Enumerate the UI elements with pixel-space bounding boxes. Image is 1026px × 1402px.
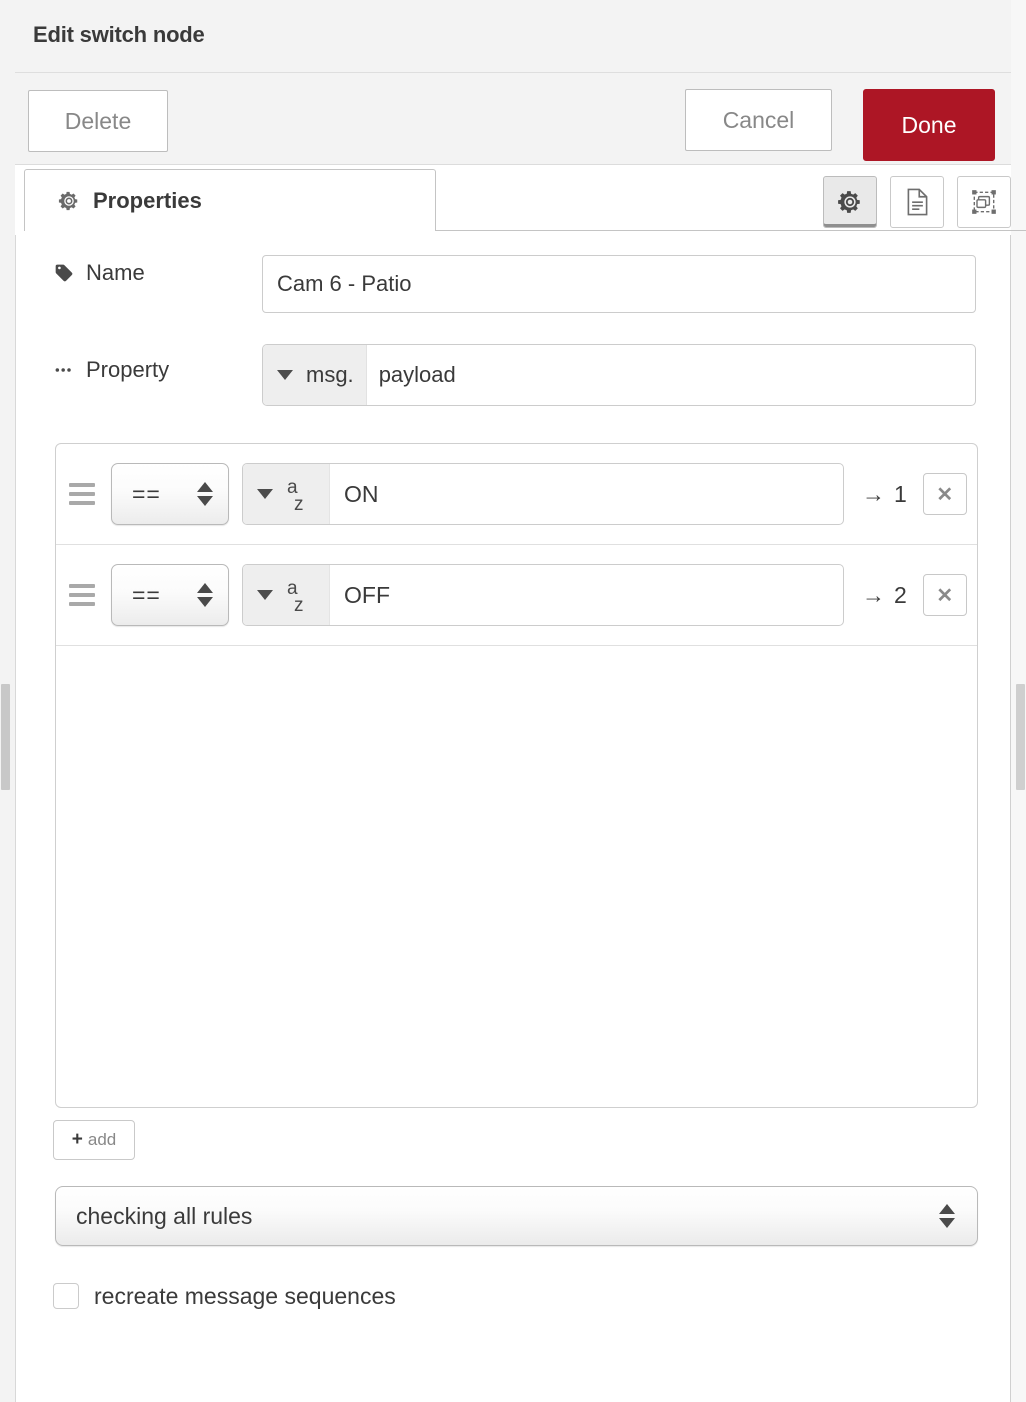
name-label: Name bbox=[86, 260, 145, 285]
cancel-button[interactable]: Cancel bbox=[685, 89, 832, 151]
property-value[interactable]: payload bbox=[367, 345, 975, 405]
checkall-selected-value: checking all rules bbox=[76, 1202, 253, 1229]
drag-handle-icon[interactable] bbox=[69, 579, 95, 611]
rule-value-typed-input[interactable]: az OFF bbox=[242, 564, 844, 626]
dialog-titlebar: Edit switch node bbox=[15, 0, 1011, 73]
property-row: Property msg. payload bbox=[15, 338, 1011, 416]
recreate-sequences-row[interactable]: recreate message sequences bbox=[53, 1277, 396, 1315]
ellipsis-icon bbox=[54, 360, 74, 380]
description-icon bbox=[905, 188, 930, 216]
appearance-icon-button[interactable] bbox=[957, 176, 1011, 228]
tab-properties[interactable]: Properties bbox=[24, 169, 436, 231]
chevron-down-icon bbox=[277, 370, 293, 380]
dialog-action-bar: Delete Cancel Done bbox=[15, 73, 1011, 165]
name-input[interactable] bbox=[262, 255, 976, 313]
description-icon-button[interactable] bbox=[890, 176, 944, 228]
spinner-icon bbox=[197, 482, 213, 506]
left-resize-rail[interactable] bbox=[0, 0, 16, 1402]
right-resize-rail[interactable] bbox=[1010, 0, 1026, 1402]
property-type-select[interactable]: msg. bbox=[263, 345, 367, 405]
chevron-down-icon bbox=[257, 590, 273, 600]
right-resize-grip[interactable] bbox=[1016, 684, 1025, 790]
rule-operator-value: == bbox=[132, 581, 161, 608]
rule-output-number: 1 bbox=[894, 480, 907, 507]
gear-icon bbox=[58, 190, 80, 212]
name-label-group: Name bbox=[54, 260, 145, 286]
add-rule-button[interactable]: + add bbox=[53, 1120, 135, 1160]
rule-value-type-select[interactable]: az bbox=[243, 565, 330, 625]
tab-strip-baseline bbox=[436, 230, 1026, 231]
property-label-group: Property bbox=[54, 357, 169, 383]
rule-delete-button[interactable]: ✕ bbox=[922, 574, 967, 616]
property-prefix-label: msg. bbox=[306, 362, 354, 387]
checkall-select[interactable]: checking all rules bbox=[55, 1186, 978, 1246]
tab-properties-label: Properties bbox=[93, 187, 202, 213]
spinner-icon bbox=[939, 1204, 955, 1228]
add-rule-label: add bbox=[87, 1130, 117, 1149]
recreate-sequences-checkbox[interactable] bbox=[53, 1283, 79, 1309]
arrow-right-icon: → bbox=[862, 581, 885, 608]
property-typed-input[interactable]: msg. payload bbox=[262, 344, 976, 406]
plus-icon: + bbox=[71, 1129, 83, 1150]
rules-container: == az ON → 1 ✕ == a z OFF → 2 ✕ bbox=[55, 443, 978, 1108]
rule-value-text[interactable]: ON bbox=[330, 464, 843, 524]
rule-output-port: → 2 bbox=[862, 582, 907, 609]
name-row: Name bbox=[15, 246, 1011, 318]
rule-value-text[interactable]: OFF bbox=[330, 565, 843, 625]
table-row[interactable]: == az OFF → 2 ✕ bbox=[56, 545, 977, 646]
rule-operator-select[interactable]: == bbox=[111, 564, 229, 626]
rule-output-port: → 1 bbox=[862, 481, 907, 508]
string-type-icon: az bbox=[287, 477, 304, 515]
property-label: Property bbox=[86, 357, 170, 382]
tag-icon bbox=[54, 263, 74, 283]
edit-switch-node-dialog: Edit switch node Delete Cancel Done Prop… bbox=[0, 0, 1026, 1402]
rule-operator-select[interactable]: == bbox=[111, 463, 229, 525]
properties-icon-button[interactable] bbox=[823, 176, 877, 228]
appearance-icon bbox=[970, 188, 998, 216]
gear-icon bbox=[837, 189, 863, 215]
table-row[interactable]: == az ON → 1 ✕ bbox=[56, 444, 977, 545]
spinner-icon bbox=[197, 583, 213, 607]
rule-value-typed-input[interactable]: az ON bbox=[242, 463, 844, 525]
dialog-tab-strip: Properties bbox=[15, 165, 1026, 235]
dialog-title: Edit switch node bbox=[33, 22, 205, 47]
string-type-icon: az bbox=[287, 578, 304, 616]
chevron-down-icon bbox=[257, 489, 273, 499]
drag-handle-icon[interactable] bbox=[69, 478, 95, 510]
delete-button[interactable]: Delete bbox=[28, 90, 168, 152]
recreate-sequences-label: recreate message sequences bbox=[94, 1282, 396, 1309]
rule-operator-value: == bbox=[132, 480, 161, 507]
left-resize-grip[interactable] bbox=[1, 684, 10, 790]
rule-delete-button[interactable]: ✕ bbox=[922, 473, 967, 515]
rule-output-number: 2 bbox=[894, 581, 907, 608]
done-button[interactable]: Done bbox=[863, 89, 995, 161]
arrow-right-icon: → bbox=[862, 480, 885, 507]
rule-value-type-select[interactable]: az bbox=[243, 464, 330, 524]
